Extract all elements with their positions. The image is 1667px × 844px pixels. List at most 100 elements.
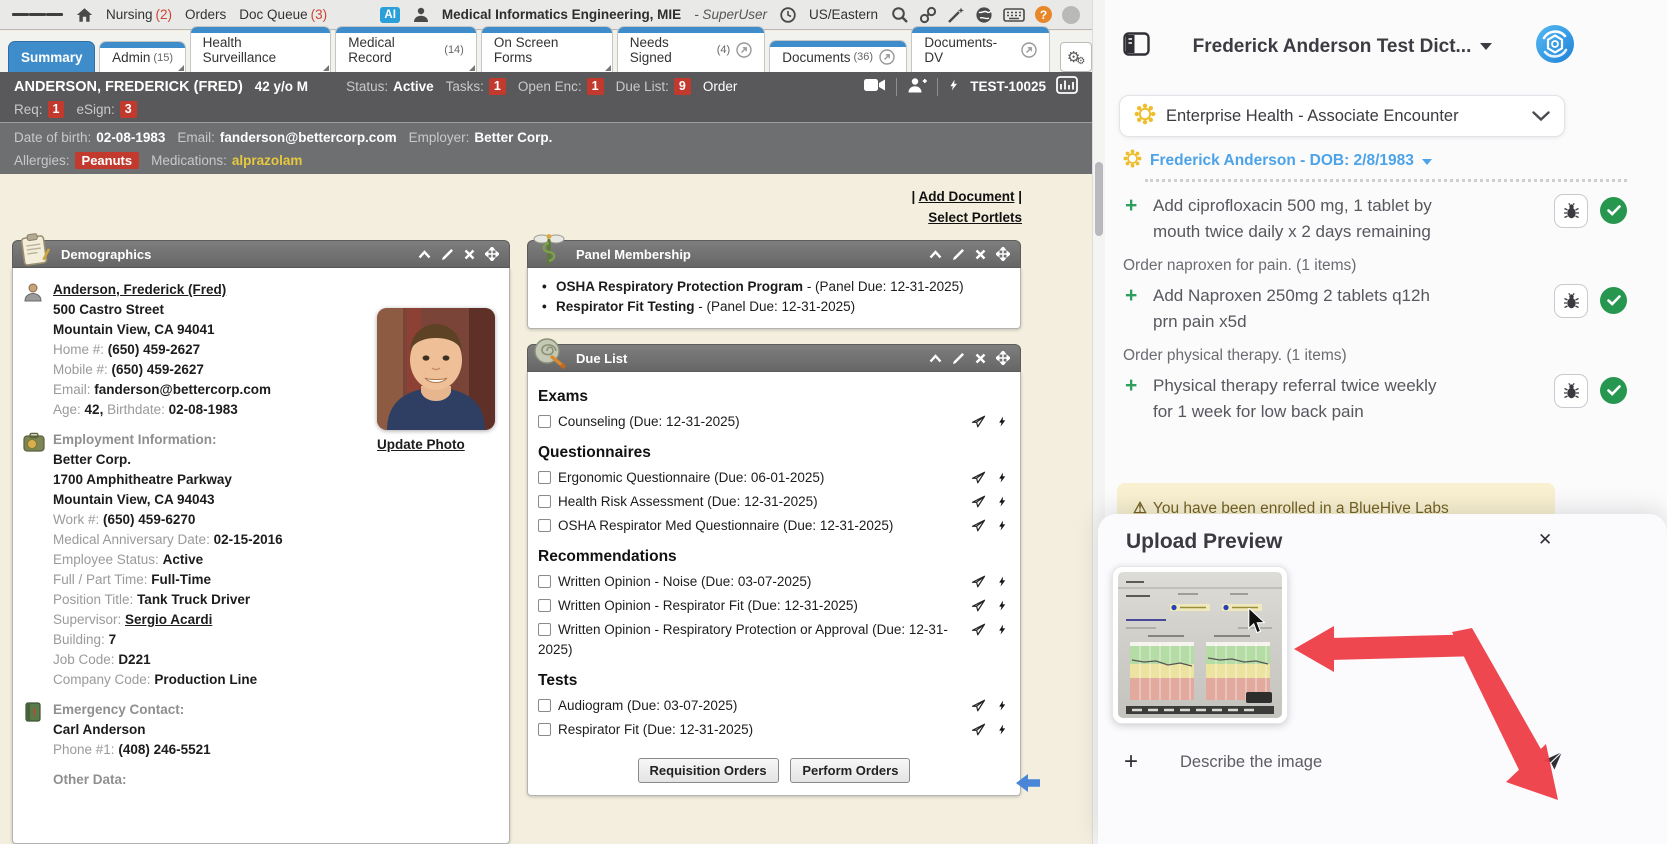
allergy-badge[interactable]: Peanuts bbox=[75, 152, 140, 169]
perform-bolt-icon[interactable] bbox=[997, 722, 1008, 737]
esign-pair[interactable]: eSign:3 bbox=[76, 101, 136, 118]
requisition-plane-icon[interactable] bbox=[971, 470, 986, 485]
demographics-header[interactable]: Demographics bbox=[12, 240, 510, 268]
close-icon[interactable] bbox=[464, 249, 475, 260]
close-icon[interactable]: ✕ bbox=[1538, 530, 1552, 550]
timezone-label[interactable]: US/Eastern bbox=[809, 7, 878, 22]
due-item-checkbox[interactable] bbox=[538, 575, 551, 588]
ai-badge[interactable]: AI bbox=[380, 7, 400, 23]
dictation-title[interactable]: Frederick Anderson Test Dict... bbox=[1150, 36, 1535, 58]
add-document-link[interactable]: Add Document bbox=[918, 189, 1014, 204]
perform-bolt-icon[interactable] bbox=[997, 598, 1008, 613]
app-logo[interactable] bbox=[1535, 24, 1575, 69]
add-person-icon[interactable] bbox=[907, 77, 927, 96]
due-list-badge[interactable]: 9 bbox=[674, 78, 691, 95]
send-icon[interactable] bbox=[1540, 750, 1564, 777]
tab-health-surveillance[interactable]: Health Surveillance bbox=[190, 26, 332, 72]
close-icon[interactable] bbox=[975, 353, 986, 364]
requisition-plane-icon[interactable] bbox=[971, 622, 986, 637]
nav-doc-queue[interactable]: Doc Queue(3) bbox=[239, 7, 327, 22]
move-icon[interactable] bbox=[996, 247, 1010, 261]
perform-bolt-icon[interactable] bbox=[997, 698, 1008, 713]
edit-icon[interactable] bbox=[441, 248, 454, 261]
requisition-plane-icon[interactable] bbox=[971, 494, 986, 509]
panel-collapse-arrow[interactable] bbox=[1014, 770, 1042, 801]
perform-orders-button[interactable]: Perform Orders bbox=[790, 758, 910, 783]
avatar[interactable] bbox=[1062, 6, 1080, 24]
patient-name-link[interactable]: Anderson, Frederick (Fred) bbox=[53, 282, 226, 297]
external-link-icon[interactable] bbox=[1021, 42, 1037, 58]
esign-badge[interactable]: 3 bbox=[120, 101, 137, 118]
sidebar-toggle-icon[interactable] bbox=[1123, 32, 1150, 61]
menu-icon[interactable] bbox=[12, 11, 63, 19]
due-item-checkbox[interactable] bbox=[538, 471, 551, 484]
req-pair[interactable]: Req:1 bbox=[14, 101, 64, 118]
perform-bolt-icon[interactable] bbox=[997, 494, 1008, 509]
tab-documents-dv[interactable]: Documents-DV bbox=[911, 26, 1050, 72]
tab-medical-record[interactable]: Medical Record(14) bbox=[335, 26, 477, 72]
open-enc-badge[interactable]: 1 bbox=[587, 78, 604, 95]
perform-bolt-icon[interactable] bbox=[997, 414, 1008, 429]
panel-membership-header[interactable]: Panel Membership bbox=[527, 240, 1021, 268]
debug-bug-button[interactable] bbox=[1554, 284, 1588, 318]
collapse-icon[interactable] bbox=[418, 250, 431, 259]
tab-settings-button[interactable]: ⚙⚙ bbox=[1060, 42, 1092, 72]
nav-orders[interactable]: Orders bbox=[185, 7, 226, 22]
encounter-bolt-icon[interactable] bbox=[948, 77, 960, 96]
due-item-checkbox[interactable] bbox=[538, 415, 551, 428]
help-icon[interactable]: ? bbox=[1035, 6, 1052, 23]
requisition-plane-icon[interactable] bbox=[971, 722, 986, 737]
perform-bolt-icon[interactable] bbox=[997, 574, 1008, 589]
scrollbar-thumb[interactable] bbox=[1095, 162, 1103, 236]
perform-bolt-icon[interactable] bbox=[997, 622, 1008, 637]
due-item-checkbox[interactable] bbox=[538, 699, 551, 712]
accepted-check-icon[interactable] bbox=[1600, 197, 1627, 224]
search-icon[interactable] bbox=[891, 6, 909, 24]
debug-bug-button[interactable] bbox=[1554, 374, 1588, 408]
supervisor-link[interactable]: Sergio Acardi bbox=[125, 612, 212, 627]
due-item-checkbox[interactable] bbox=[538, 723, 551, 736]
perform-bolt-icon[interactable] bbox=[997, 518, 1008, 533]
select-portlets-link[interactable]: Select Portlets bbox=[928, 210, 1022, 225]
tab-needs-signed[interactable]: Needs Signed(4) bbox=[617, 26, 766, 72]
tab-documents[interactable]: Documents(36) bbox=[769, 40, 907, 72]
requisition-plane-icon[interactable] bbox=[971, 414, 986, 429]
attach-plus-icon[interactable]: + bbox=[1124, 748, 1180, 776]
due-item-checkbox[interactable] bbox=[538, 519, 551, 532]
collapse-icon[interactable] bbox=[929, 250, 942, 259]
chart-icon[interactable] bbox=[1056, 76, 1078, 97]
tasks-badge[interactable]: 1 bbox=[489, 78, 506, 95]
encounter-id[interactable]: TEST-10025 bbox=[970, 79, 1046, 94]
perform-bolt-icon[interactable] bbox=[997, 470, 1008, 485]
patient-selector[interactable]: Frederick Anderson - DOB: 2/8/1983 bbox=[1123, 149, 1667, 173]
requisition-plane-icon[interactable] bbox=[971, 574, 986, 589]
due-item-checkbox[interactable] bbox=[538, 623, 551, 636]
home-icon[interactable] bbox=[76, 7, 93, 23]
close-icon[interactable] bbox=[975, 249, 986, 260]
tab-on-screen-forms[interactable]: On Screen Forms bbox=[481, 26, 613, 72]
due-item-checkbox[interactable] bbox=[538, 495, 551, 508]
requisition-plane-icon[interactable] bbox=[971, 518, 986, 533]
describe-image-input[interactable] bbox=[1180, 753, 1510, 772]
patient-name[interactable]: ANDERSON, FREDERICK (FRED) bbox=[14, 79, 243, 95]
due-list-pair[interactable]: Due List:9 bbox=[616, 78, 691, 95]
accepted-check-icon[interactable] bbox=[1600, 287, 1627, 314]
requisition-orders-button[interactable]: Requisition Orders bbox=[638, 758, 779, 783]
move-icon[interactable] bbox=[996, 351, 1010, 365]
edit-icon[interactable] bbox=[952, 248, 965, 261]
order-link[interactable]: Order bbox=[703, 79, 738, 94]
keyboard-icon[interactable] bbox=[1003, 8, 1025, 22]
globe-icon[interactable] bbox=[975, 6, 993, 24]
tab-admin[interactable]: Admin(15) bbox=[99, 41, 185, 72]
tab-summary[interactable]: Summary bbox=[8, 41, 95, 72]
update-photo-link[interactable]: Update Photo bbox=[377, 437, 465, 452]
nav-nursing[interactable]: Nursing(2) bbox=[106, 7, 172, 22]
link-icon[interactable] bbox=[919, 6, 937, 24]
medication-value[interactable]: alprazolam bbox=[232, 153, 303, 168]
due-list-header[interactable]: Due List bbox=[527, 344, 1021, 372]
move-icon[interactable] bbox=[485, 247, 499, 261]
wand-icon[interactable] bbox=[947, 6, 965, 24]
tasks-pair[interactable]: Tasks:1 bbox=[446, 78, 506, 95]
external-link-icon[interactable] bbox=[736, 42, 752, 58]
collapse-icon[interactable] bbox=[929, 354, 942, 363]
